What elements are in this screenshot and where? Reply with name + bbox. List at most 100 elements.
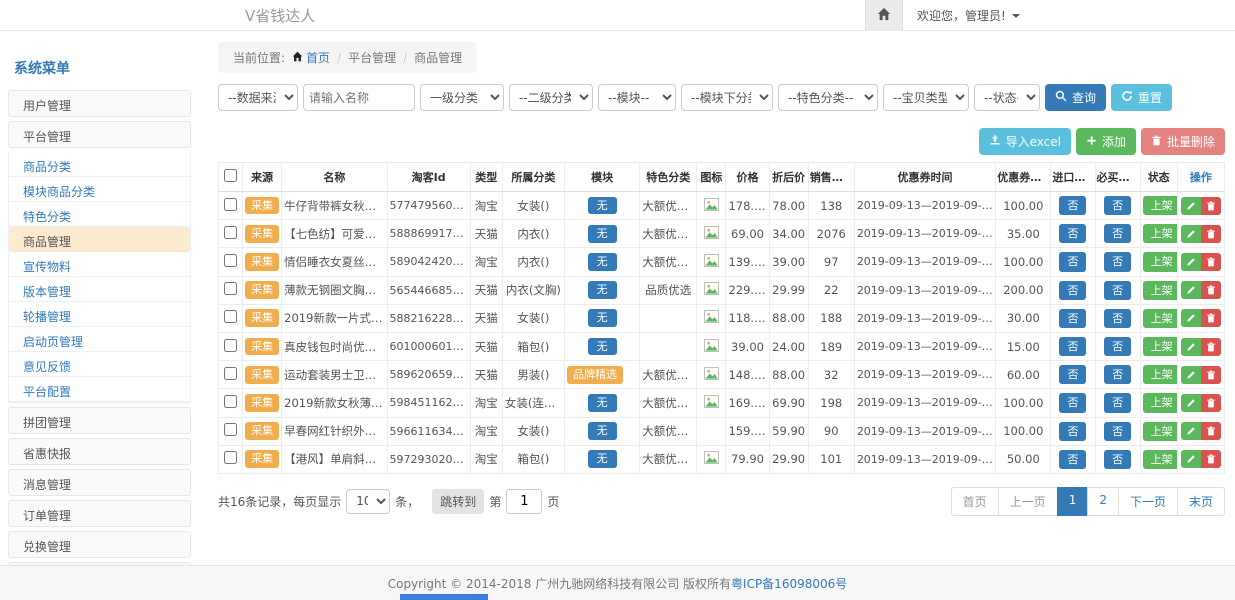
- row-checkbox[interactable]: [224, 310, 237, 323]
- import-select-toggle[interactable]: 否: [1059, 450, 1086, 469]
- sidebar-item-feature-category[interactable]: 特色分类: [9, 202, 190, 227]
- home-button[interactable]: [865, 0, 903, 31]
- sidebar-item-feedback[interactable]: 意见反馈: [9, 352, 190, 377]
- must-buy-toggle[interactable]: 否: [1104, 365, 1131, 384]
- status-toggle[interactable]: 上架: [1143, 393, 1178, 412]
- edit-button[interactable]: [1181, 366, 1201, 384]
- delete-button[interactable]: [1201, 366, 1221, 384]
- must-buy-toggle[interactable]: 否: [1104, 252, 1131, 271]
- jump-button[interactable]: 跳转到: [432, 489, 484, 514]
- page-button[interactable]: 2: [1087, 487, 1119, 516]
- edit-button[interactable]: [1181, 309, 1201, 327]
- sidebar-group-user-management[interactable]: 用户管理: [8, 90, 191, 117]
- sidebar-group-group-buy[interactable]: 拼团管理: [8, 407, 191, 434]
- import-select-toggle[interactable]: 否: [1059, 422, 1086, 441]
- sidebar-item-product-management[interactable]: 商品管理: [9, 227, 190, 252]
- must-buy-toggle[interactable]: 否: [1104, 337, 1131, 356]
- edit-button[interactable]: [1181, 197, 1201, 215]
- filter-level2-select[interactable]: --二级分类--: [509, 84, 593, 111]
- import-select-toggle[interactable]: 否: [1059, 393, 1086, 412]
- import-select-toggle[interactable]: 否: [1059, 281, 1086, 300]
- sidebar-item-platform-config[interactable]: 平台配置: [9, 377, 190, 402]
- filter-module-select[interactable]: --模块--: [598, 84, 676, 111]
- import-select-toggle[interactable]: 否: [1059, 337, 1086, 356]
- status-toggle[interactable]: 上架: [1143, 337, 1178, 356]
- filter-status-select[interactable]: --状态--: [974, 84, 1040, 111]
- delete-button[interactable]: [1201, 338, 1221, 356]
- row-checkbox[interactable]: [224, 282, 237, 295]
- sidebar-item-product-category[interactable]: 商品分类: [9, 152, 190, 177]
- status-toggle[interactable]: 上架: [1143, 309, 1178, 328]
- edit-button[interactable]: [1181, 422, 1201, 440]
- edit-button[interactable]: [1181, 281, 1201, 299]
- status-toggle[interactable]: 上架: [1143, 252, 1178, 271]
- import-select-toggle[interactable]: 否: [1059, 252, 1086, 271]
- row-checkbox[interactable]: [224, 226, 237, 239]
- status-toggle[interactable]: 上架: [1143, 365, 1178, 384]
- sidebar-group-platform-management[interactable]: 平台管理: [8, 121, 191, 148]
- sidebar-item-promo-materials[interactable]: 宣传物料: [9, 252, 190, 277]
- sidebar-group-express-news[interactable]: 省惠快报: [8, 438, 191, 465]
- filter-item-type-select[interactable]: --宝贝类型--: [883, 84, 969, 111]
- filter-feature-select[interactable]: --特色分类--: [778, 84, 878, 111]
- batch-delete-button[interactable]: 批量删除: [1141, 128, 1225, 155]
- sidebar-group-order-management[interactable]: 订单管理: [8, 500, 191, 527]
- row-checkbox[interactable]: [224, 451, 237, 464]
- row-checkbox[interactable]: [224, 254, 237, 267]
- breadcrumb-home-link[interactable]: 首页: [292, 49, 330, 66]
- must-buy-toggle[interactable]: 否: [1104, 393, 1131, 412]
- edit-button[interactable]: [1181, 225, 1201, 243]
- row-checkbox[interactable]: [224, 395, 237, 408]
- must-buy-toggle[interactable]: 否: [1104, 422, 1131, 441]
- import-select-toggle[interactable]: 否: [1059, 309, 1086, 328]
- sidebar-item-splash-management[interactable]: 启动页管理: [9, 327, 190, 352]
- page-jump-input[interactable]: [506, 489, 542, 514]
- sidebar-item-module-product-category[interactable]: 模块商品分类: [9, 177, 190, 202]
- delete-button[interactable]: [1201, 422, 1221, 440]
- delete-button[interactable]: [1201, 309, 1221, 327]
- prev-page-button[interactable]: 上一页: [998, 487, 1058, 516]
- status-toggle[interactable]: 上架: [1143, 450, 1178, 469]
- must-buy-toggle[interactable]: 否: [1104, 450, 1131, 469]
- row-checkbox[interactable]: [224, 198, 237, 211]
- per-page-select[interactable]: 10: [346, 489, 390, 514]
- sidebar-item-version-management[interactable]: 版本管理: [9, 277, 190, 302]
- status-toggle[interactable]: 上架: [1143, 422, 1178, 441]
- import-select-toggle[interactable]: 否: [1059, 365, 1086, 384]
- sidebar-item-carousel-management[interactable]: 轮播管理: [9, 302, 190, 327]
- add-button[interactable]: 添加: [1076, 128, 1136, 155]
- delete-button[interactable]: [1201, 197, 1221, 215]
- bottom-scrollbar-thumb[interactable]: [400, 594, 488, 600]
- filter-module-sub-select[interactable]: --模块下分类--: [681, 84, 773, 111]
- filter-level1-select[interactable]: 一级分类: [420, 84, 504, 111]
- edit-button[interactable]: [1181, 253, 1201, 271]
- filter-source-select[interactable]: --数据来源--: [218, 84, 298, 111]
- must-buy-toggle[interactable]: 否: [1104, 309, 1131, 328]
- select-all-checkbox[interactable]: [224, 169, 237, 182]
- delete-button[interactable]: [1201, 253, 1221, 271]
- sidebar-group-exchange-management[interactable]: 兑换管理: [8, 531, 191, 558]
- row-checkbox[interactable]: [224, 423, 237, 436]
- first-page-button[interactable]: 首页: [951, 487, 999, 516]
- import-excel-button[interactable]: 导入excel: [979, 128, 1071, 155]
- row-checkbox[interactable]: [224, 339, 237, 352]
- row-checkbox[interactable]: [224, 367, 237, 380]
- edit-button[interactable]: [1181, 394, 1201, 412]
- edit-button[interactable]: [1181, 450, 1201, 468]
- delete-button[interactable]: [1201, 450, 1221, 468]
- edit-button[interactable]: [1181, 338, 1201, 356]
- status-toggle[interactable]: 上架: [1143, 196, 1178, 215]
- delete-button[interactable]: [1201, 394, 1221, 412]
- must-buy-toggle[interactable]: 否: [1104, 281, 1131, 300]
- status-toggle[interactable]: 上架: [1143, 281, 1178, 300]
- sidebar-group-message-management[interactable]: 消息管理: [8, 469, 191, 496]
- must-buy-toggle[interactable]: 否: [1104, 224, 1131, 243]
- import-select-toggle[interactable]: 否: [1059, 196, 1086, 215]
- name-input[interactable]: [303, 84, 415, 111]
- must-buy-toggle[interactable]: 否: [1104, 196, 1131, 215]
- last-page-button[interactable]: 末页: [1177, 487, 1225, 516]
- reset-button[interactable]: 重置: [1111, 84, 1172, 111]
- page-button[interactable]: 1: [1057, 487, 1089, 516]
- user-menu[interactable]: 欢迎您，管理员!: [903, 7, 1034, 24]
- import-select-toggle[interactable]: 否: [1059, 224, 1086, 243]
